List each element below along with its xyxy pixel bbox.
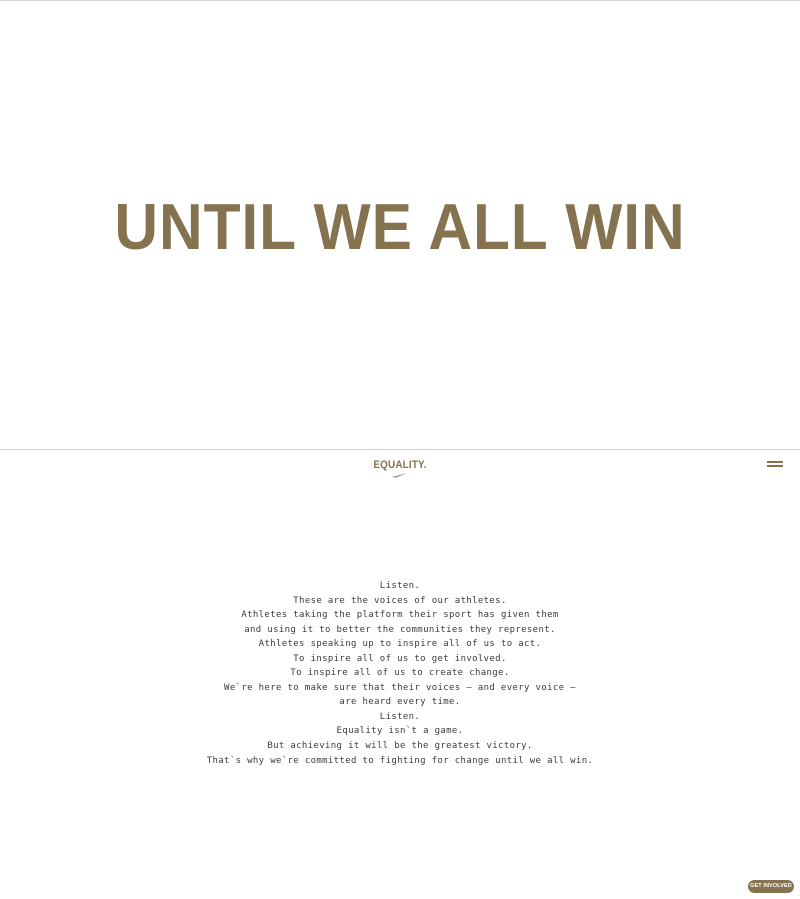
page: UNTIL WE ALL WIN EQUALITY. Listen. These… — [0, 0, 800, 899]
hamburger-menu-icon[interactable] — [767, 460, 785, 470]
manifesto-line: Listen. — [379, 581, 421, 591]
swoosh-icon — [392, 472, 408, 478]
manifesto-text: Listen. These are the voices of our athl… — [0, 579, 800, 768]
equality-logo-link[interactable]: EQUALITY. — [360, 459, 440, 483]
get-involved-button[interactable]: GET INVOLVED — [748, 880, 794, 893]
manifesto-line: We`re here to make sure that their voice… — [224, 682, 576, 693]
manifesto-line: are heard every time. — [339, 697, 461, 708]
site-header: EQUALITY. — [0, 449, 800, 490]
menu-bar-top — [767, 461, 783, 463]
manifesto-line: These are the voices of our athletes. — [293, 595, 507, 606]
hero-title: UNTIL WE ALL WIN — [114, 190, 686, 263]
logo-text: EQUALITY. — [373, 459, 427, 471]
manifesto-line: But achieving it will be the greatest vi… — [267, 741, 533, 752]
manifesto-line: Listen. — [379, 711, 421, 722]
manifesto-line: That`s why we`re committed to fighting f… — [206, 755, 594, 766]
manifesto-line: Equality isn`t a game. — [336, 726, 464, 737]
manifesto-line: To inspire all of us to get involved. — [293, 653, 507, 664]
manifesto-line: Athletes speaking up to inspire all of u… — [258, 639, 542, 650]
manifesto-line: To inspire all of us to create change. — [290, 668, 510, 679]
manifesto-line: and using it to better the communities t… — [244, 624, 556, 635]
hero-section: UNTIL WE ALL WIN — [0, 1, 800, 449]
menu-bar-bottom — [767, 465, 783, 467]
manifesto-line: Athletes taking the platform their sport… — [241, 610, 559, 621]
